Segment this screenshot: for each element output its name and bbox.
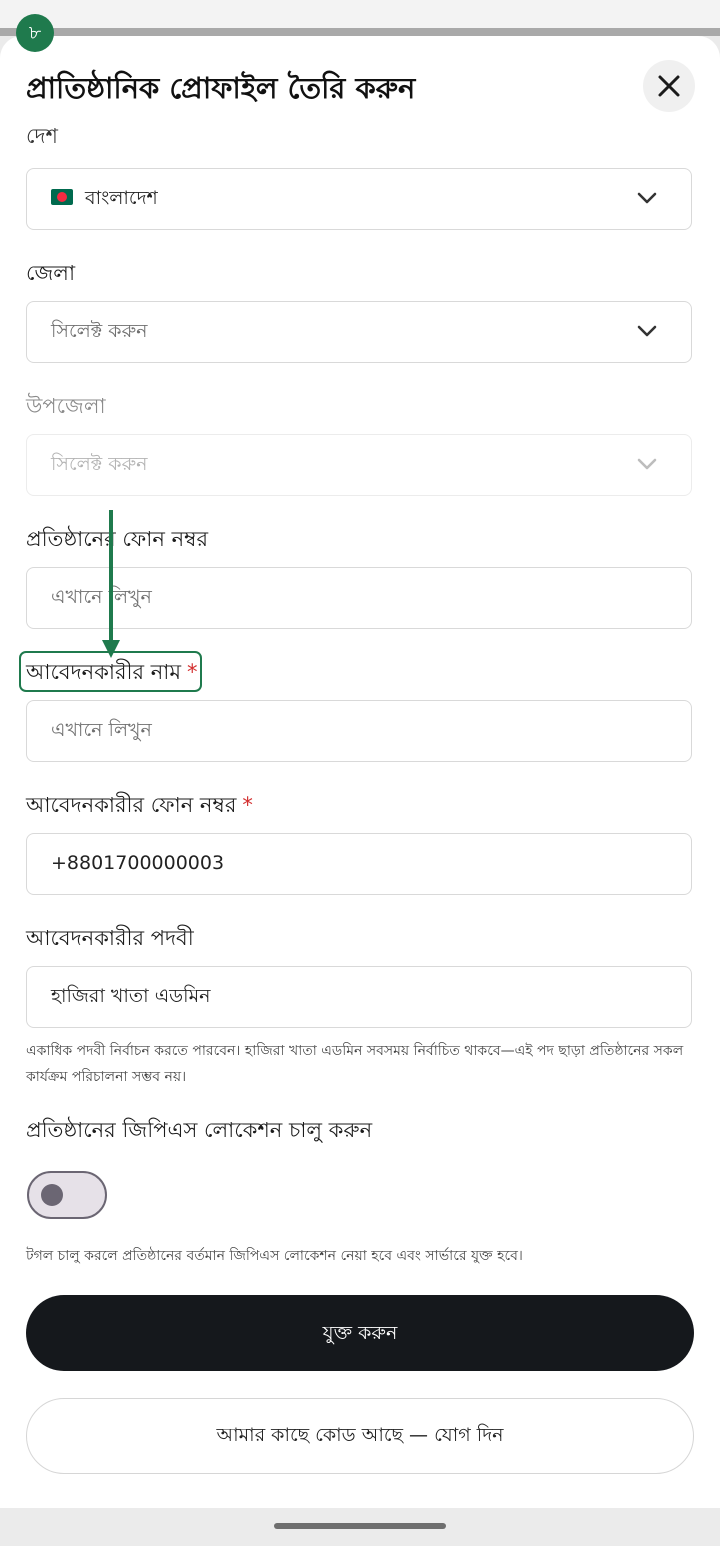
chevron-down-icon — [637, 192, 657, 204]
district-label: জেলা — [26, 261, 76, 285]
close-button[interactable] — [643, 60, 695, 112]
applicant-name-input[interactable]: এখানে লিখুন — [26, 700, 692, 762]
gps-helper-text: টগল চালু করলে প্রতিষ্ঠানের বর্তমান জিপিএ… — [26, 1248, 523, 1264]
sheet-backdrop — [0, 28, 720, 36]
applicant-phone-value: +8801700000003 — [51, 852, 225, 874]
close-icon — [658, 75, 680, 97]
chevron-down-icon — [637, 325, 657, 337]
toggle-knob — [41, 1184, 63, 1206]
tutorial-highlight-box — [19, 651, 202, 692]
designation-helper-text: একাধিক পদবী নির্বাচন করতে পারবেন। হাজিরা… — [26, 1043, 684, 1085]
page-title: প্রাতিষ্ঠানিক প্রোফাইল তৈরি করুন — [26, 71, 416, 105]
bangladesh-flag-icon — [51, 189, 73, 205]
add-button[interactable]: যুক্ত করুন — [26, 1295, 694, 1371]
applicant-designation-value: হাজিরা খাতা এডমিন — [51, 985, 211, 1007]
upazila-select: সিলেক্ট করুন — [26, 434, 692, 496]
district-placeholder: সিলেক্ট করুন — [51, 320, 148, 342]
country-value: বাংলাদেশ — [85, 187, 158, 209]
district-select[interactable]: সিলেক্ট করুন — [26, 301, 692, 363]
upazila-placeholder: সিলেক্ট করুন — [51, 453, 148, 475]
applicant-designation-label: আবেদনকারীর পদবী — [26, 926, 194, 950]
chevron-down-icon — [637, 458, 657, 470]
status-bar — [0, 0, 720, 28]
applicant-designation-select[interactable]: হাজিরা খাতা এডমিন — [26, 966, 692, 1028]
applicant-phone-label: আবেদনকারীর ফোন নম্বর * — [26, 793, 253, 817]
applicant-phone-input[interactable]: +8801700000003 — [26, 833, 692, 895]
org-phone-input[interactable]: এখানে লিখুন — [26, 567, 692, 629]
have-code-join-button[interactable]: আমার কাছে কোড আছে — যোগ দিন — [26, 1398, 694, 1474]
gps-label: প্রতিষ্ঠানের জিপিএস লোকেশন চালু করুন — [26, 1118, 373, 1142]
country-select[interactable]: বাংলাদেশ — [26, 168, 692, 230]
tutorial-arrow-icon — [102, 510, 120, 658]
gps-toggle[interactable] — [27, 1171, 107, 1219]
required-asterisk: * — [242, 793, 253, 817]
country-label-clipped: দেশ — [26, 128, 58, 148]
applicant-name-placeholder: এখানে লিখুন — [51, 719, 152, 741]
step-number-badge: ৮ — [16, 14, 54, 52]
home-indicator — [274, 1523, 446, 1529]
upazila-label: উপজেলা — [26, 394, 106, 418]
bottom-sheet — [0, 36, 720, 1508]
